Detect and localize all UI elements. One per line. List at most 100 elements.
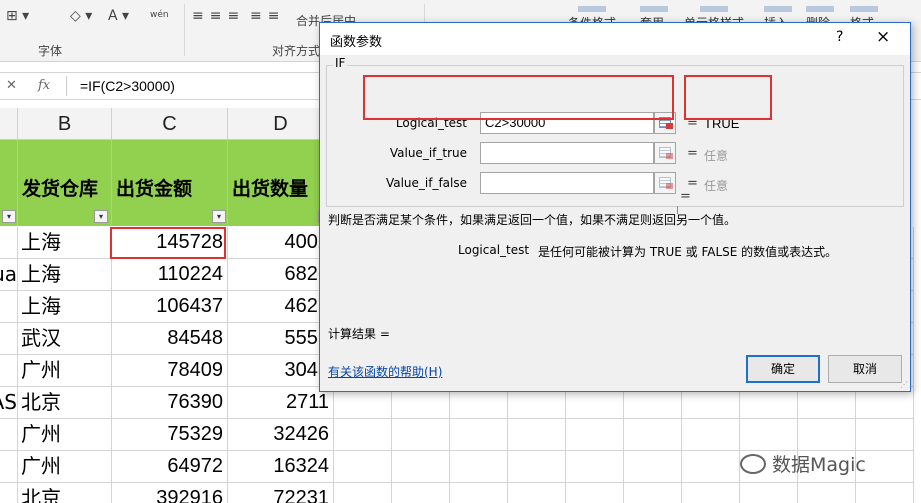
phonetic-icon[interactable]: wén — [150, 10, 169, 20]
font-group-label: 字体 — [38, 44, 63, 58]
empty-cell[interactable] — [682, 419, 740, 451]
cell-amount[interactable]: 76390 — [112, 387, 228, 419]
empty-cell[interactable] — [334, 451, 392, 483]
cell-a[interactable] — [0, 227, 18, 259]
empty-cell[interactable] — [624, 451, 682, 483]
ok-button[interactable]: 确定 — [746, 355, 820, 383]
empty-cell[interactable] — [450, 419, 508, 451]
cell-a[interactable] — [0, 291, 18, 323]
cell-amount[interactable]: 64972 — [112, 451, 228, 483]
align-center-icon[interactable]: ≡≡ — [250, 8, 285, 24]
insert-function-icon[interactable]: fx — [38, 78, 50, 93]
empty-cell[interactable] — [856, 419, 914, 451]
equals-sign: = — [687, 146, 698, 161]
highlight-box-logical-test — [363, 75, 674, 120]
resize-grip-icon[interactable]: ⋰ — [900, 380, 908, 389]
value-if-false-input[interactable] — [480, 172, 654, 194]
empty-cell[interactable] — [334, 483, 392, 503]
function-help-link[interactable]: 有关该函数的帮助(H) — [328, 363, 442, 380]
cell-qty[interactable]: 32426 — [228, 419, 334, 451]
cell-warehouse[interactable]: 上海 — [18, 291, 112, 323]
fill-color-icon[interactable]: ◇ ▾ — [70, 8, 92, 24]
function-description: 判断是否满足某个条件，如果满足返回一个值，如果不满足则返回另一个值。 — [328, 213, 737, 227]
cell-warehouse[interactable]: 武汉 — [18, 323, 112, 355]
empty-cell[interactable] — [740, 419, 798, 451]
highlight-box-c2 — [110, 227, 226, 259]
empty-cell[interactable] — [334, 419, 392, 451]
empty-cell[interactable] — [392, 419, 450, 451]
align-group-label: 对齐方式 — [272, 44, 321, 58]
empty-cell[interactable] — [508, 483, 566, 503]
column-header-a[interactable] — [0, 108, 18, 140]
cell-warehouse[interactable]: 上海 — [18, 227, 112, 259]
cell-amount[interactable]: 110224 — [112, 259, 228, 291]
help-icon[interactable]: ? — [836, 29, 843, 45]
empty-cell[interactable] — [450, 451, 508, 483]
empty-cell[interactable] — [798, 483, 856, 503]
empty-cell[interactable] — [798, 419, 856, 451]
empty-cell[interactable] — [450, 483, 508, 503]
cell-amount[interactable]: 78409 — [112, 355, 228, 387]
column-header-c[interactable]: C — [112, 108, 228, 140]
cell-warehouse[interactable]: 广州 — [18, 355, 112, 387]
cell-a[interactable]: ua — [0, 259, 18, 291]
cell-qty[interactable]: 16324 — [228, 451, 334, 483]
empty-cell[interactable] — [392, 451, 450, 483]
filter-dropdown-icon[interactable]: ▾ — [94, 210, 108, 223]
cell-amount[interactable]: 75329 — [112, 419, 228, 451]
empty-cell[interactable] — [624, 483, 682, 503]
empty-cell[interactable] — [566, 419, 624, 451]
cell-warehouse[interactable]: 北京 — [18, 387, 112, 419]
close-icon[interactable]: × — [876, 27, 890, 47]
dialog-title: 函数参数 — [330, 35, 383, 50]
empty-cell[interactable] — [392, 483, 450, 503]
argument-description-name: Logical_test — [458, 243, 530, 257]
formula-input[interactable]: =IF(C2>30000) — [80, 78, 175, 94]
empty-cell[interactable] — [566, 451, 624, 483]
cell-warehouse[interactable]: 上海 — [18, 259, 112, 291]
align-left-icon[interactable]: ≡≡≡ — [192, 8, 245, 24]
cell-warehouse[interactable]: 广州 — [18, 419, 112, 451]
empty-cell[interactable] — [508, 419, 566, 451]
cell-amount[interactable]: 106437 — [112, 291, 228, 323]
font-color-icon[interactable]: A ▾ — [108, 8, 129, 24]
empty-cell[interactable] — [682, 483, 740, 503]
empty-cell[interactable] — [682, 451, 740, 483]
border-icon[interactable]: ⊞ ▾ — [6, 8, 29, 24]
cell-a[interactable] — [0, 483, 18, 503]
cell-a[interactable]: AS — [0, 387, 18, 419]
arg-label-value-if-false: Value_if_false — [385, 176, 467, 190]
cell-a[interactable] — [0, 323, 18, 355]
function-name: IF — [333, 56, 348, 70]
header-amount: 出货金额 — [116, 178, 193, 200]
cell-warehouse[interactable]: 广州 — [18, 451, 112, 483]
header-cell-amount[interactable]: 出货金额 — [112, 140, 228, 226]
value-if-true-result: 任意 — [704, 149, 729, 163]
empty-cell[interactable] — [856, 483, 914, 503]
cancel-icon[interactable]: ✕ — [6, 78, 17, 93]
cell-amount[interactable]: 392916 — [112, 483, 228, 503]
collapse-dialog-icon[interactable] — [654, 142, 676, 164]
value-if-false-result: 任意 — [704, 179, 729, 193]
empty-cell[interactable] — [740, 483, 798, 503]
value-if-true-input[interactable] — [480, 142, 654, 164]
empty-cell[interactable] — [566, 483, 624, 503]
cell-warehouse[interactable]: 北京 — [18, 483, 112, 503]
cell-a[interactable] — [0, 451, 18, 483]
filter-dropdown-icon[interactable]: ▾ — [212, 210, 226, 223]
arg-label-value-if-true: Value_if_true — [389, 146, 467, 160]
calc-result-label: 计算结果 = — [328, 327, 390, 341]
column-header-b[interactable]: B — [18, 108, 112, 140]
header-warehouse: 发货仓库 — [22, 178, 99, 200]
cell-qty[interactable]: 72231 — [228, 483, 334, 503]
cancel-button[interactable]: 取消 — [828, 355, 902, 383]
filter-dropdown-icon[interactable]: ▾ — [2, 210, 16, 223]
cell-amount[interactable]: 84548 — [112, 323, 228, 355]
cell-a[interactable] — [0, 355, 18, 387]
highlight-box-result — [684, 75, 772, 120]
formula-bar-divider — [66, 76, 67, 96]
cell-a[interactable] — [0, 419, 18, 451]
empty-cell[interactable] — [508, 451, 566, 483]
collapse-dialog-icon[interactable] — [654, 172, 676, 194]
empty-cell[interactable] — [624, 419, 682, 451]
